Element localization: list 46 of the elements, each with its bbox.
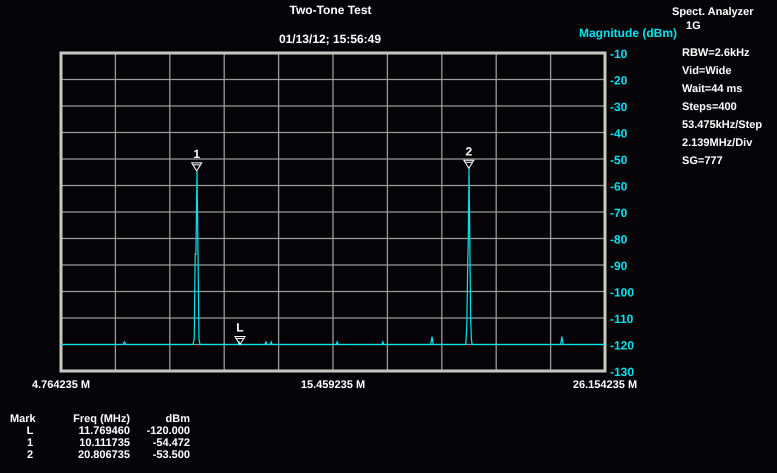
setting-text: RBW=2.6kHz <box>682 46 751 61</box>
chart-title: Two-Tone Test <box>290 3 372 17</box>
y-tick-label: -90 <box>610 259 628 273</box>
y-tick-label: -100 <box>610 286 634 300</box>
table-cell-text: -54.472 <box>152 437 190 449</box>
setting-text: 53.475kHz/Step <box>682 118 764 133</box>
marker-label: 2 <box>465 144 472 158</box>
table-cell-text: 2 <box>26 449 34 461</box>
x-tick-label: 15.459235 M <box>300 379 366 391</box>
y-tick-label: -70 <box>610 206 628 220</box>
table-cell-text: 1 <box>26 437 34 449</box>
marker-triangle-icon <box>463 160 475 169</box>
analyzer-title: Spect. Analyzer <box>672 6 755 18</box>
y-tick-label: -10 <box>610 47 628 61</box>
y-tick-label: -20 <box>610 74 628 88</box>
y-tick-label: -40 <box>610 126 628 140</box>
column-header: Freq (MHz) <box>72 413 130 425</box>
y-tick-label: -60 <box>610 180 628 194</box>
x-tick-label: 26.154235 M <box>572 379 638 391</box>
setting-text: Wait=44 ms <box>682 82 744 97</box>
marker-triangle-icon <box>234 336 246 345</box>
setting-text: Vid=Wide <box>682 64 733 79</box>
column-header: dBm <box>164 413 190 425</box>
setting-text: 2.139MHz/Div <box>682 136 754 151</box>
marker-label: L <box>236 320 244 334</box>
y-tick-label: -30 <box>610 100 628 114</box>
setting-text: Steps=400 <box>682 100 738 115</box>
table-cell-text: 10.111735 <box>78 437 130 449</box>
marker-triangle-icon <box>191 162 203 172</box>
x-tick-label: 4.764235 M <box>32 379 90 391</box>
setting-text: SG=777 <box>682 154 724 169</box>
y-tick-label: -110 <box>610 312 634 326</box>
table-cell-text: L <box>26 425 34 437</box>
marker-label: 1 <box>193 146 200 161</box>
column-header: Mark <box>10 413 37 425</box>
band-label: 1G <box>686 20 702 32</box>
y-tick-label: -80 <box>610 232 628 246</box>
table-cell-text: 11.769460 <box>78 425 130 437</box>
y-tick-label: -130 <box>610 365 634 379</box>
table-cell-text: -120.000 <box>146 425 190 437</box>
timestamp: 01/13/12; 15:56:49 <box>278 32 382 46</box>
table-cell-text: 20.806735 <box>77 449 130 461</box>
y-tick-label: -120 <box>610 338 634 352</box>
y-tick-label: -50 <box>610 153 628 167</box>
table-cell-text: -53.500 <box>152 449 190 461</box>
y-axis-label: Magnitude (dBm) <box>579 26 677 42</box>
